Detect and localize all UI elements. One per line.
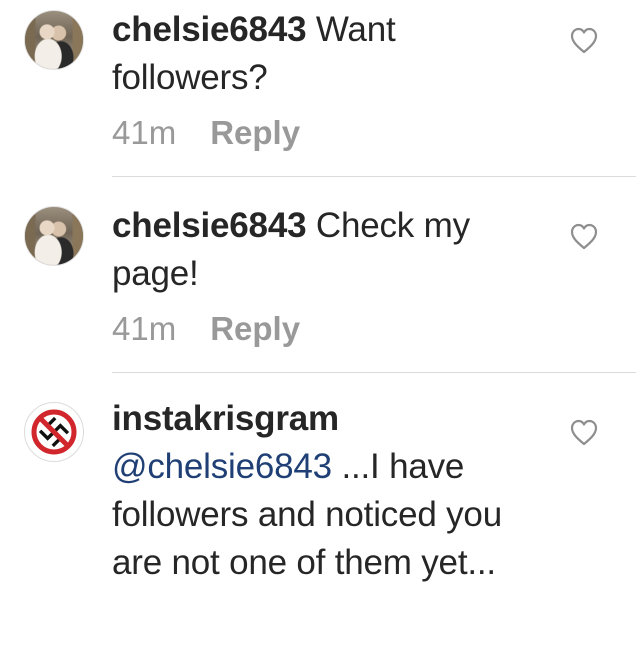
comment-username[interactable]: chelsie6843: [112, 206, 307, 245]
comment-username[interactable]: instakrisgram: [112, 395, 542, 443]
reply-button[interactable]: Reply: [210, 310, 300, 347]
comment-body: chelsie6843 Want followers?: [112, 6, 542, 102]
comment-meta: 41m Reply: [112, 310, 300, 348]
comment-timestamp: 41m: [112, 310, 177, 347]
avatar[interactable]: [24, 10, 84, 70]
comment-divider: [112, 372, 636, 373]
heart-outline-icon[interactable]: [569, 222, 599, 250]
heart-outline-icon[interactable]: [569, 26, 599, 54]
comment-item: instakrisgram @chelsie6843 ...I have fol…: [0, 392, 636, 646]
comment-item: chelsie6843 Check my page! 41m Reply: [0, 196, 636, 372]
heart-outline-icon[interactable]: [569, 418, 599, 446]
reply-button[interactable]: Reply: [210, 114, 300, 151]
comment-item: chelsie6843 Want followers? 41m Reply: [0, 0, 636, 176]
comment-divider: [112, 176, 636, 177]
comment-meta: 41m Reply: [112, 114, 300, 152]
prohibited-symbol-icon: [31, 409, 77, 455]
mention-link[interactable]: @chelsie6843: [112, 447, 332, 486]
comment-timestamp: 41m: [112, 114, 177, 151]
comment-username[interactable]: chelsie6843: [112, 10, 307, 49]
avatar[interactable]: [24, 206, 84, 266]
comment-body: instakrisgram @chelsie6843 ...I have fol…: [112, 395, 542, 587]
comment-body: chelsie6843 Check my page!: [112, 202, 542, 298]
avatar[interactable]: [24, 402, 84, 462]
